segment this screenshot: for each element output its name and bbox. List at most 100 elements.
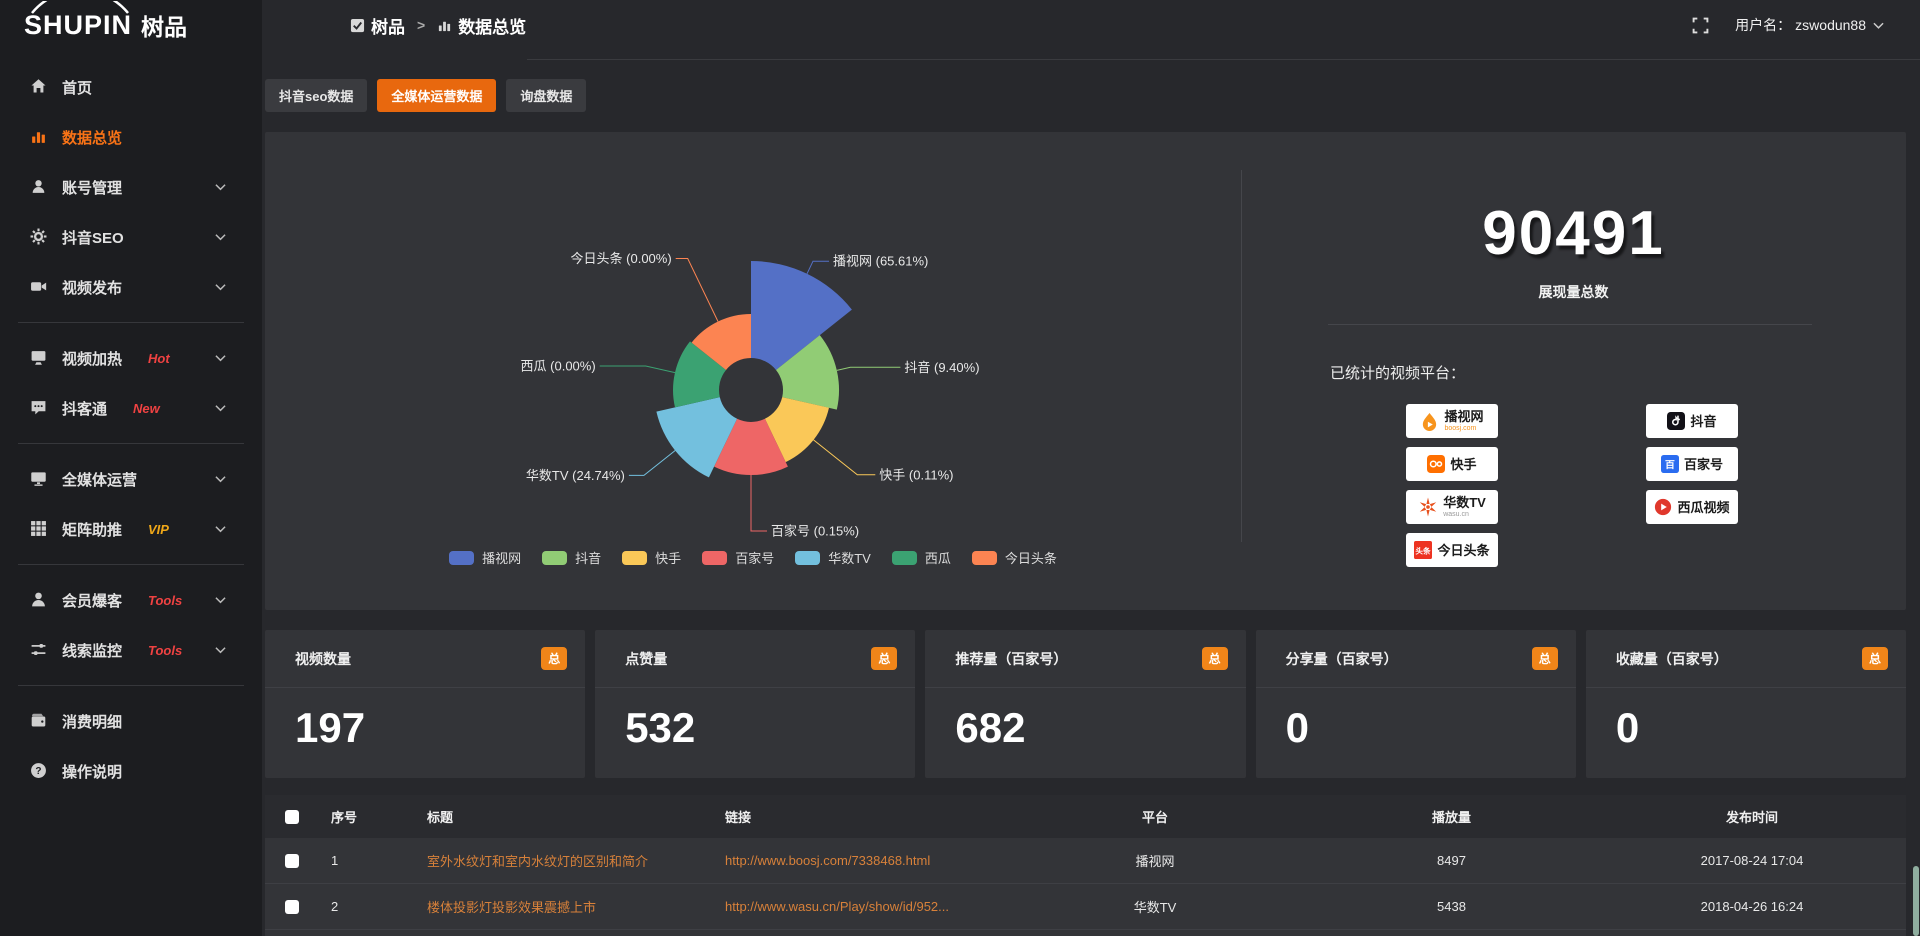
table-header-checkbox bbox=[265, 795, 319, 838]
wasu-logo-icon bbox=[1418, 497, 1438, 517]
pie-label-1: 抖音 (9.40%) bbox=[904, 360, 979, 375]
platform-name: 华数TV bbox=[1443, 496, 1486, 509]
platform-badge-text: 百家号 bbox=[1684, 458, 1723, 471]
sidebar-divider bbox=[18, 443, 244, 444]
legend-item-1[interactable]: 抖音 bbox=[542, 548, 601, 567]
total-badge[interactable]: 总 bbox=[1532, 647, 1558, 670]
row-checkbox[interactable] bbox=[285, 900, 299, 914]
stat-card-header: 收藏量（百家号）总 bbox=[1586, 630, 1906, 688]
column-label: 序号 bbox=[331, 807, 357, 826]
sidebar-item-omnimedia-operation[interactable]: 全媒体运营 bbox=[0, 454, 262, 504]
select-all-checkbox[interactable] bbox=[285, 810, 299, 824]
kuaishou-logo-icon bbox=[1427, 455, 1445, 473]
pie-chart: 播视网 (65.61%)抖音 (9.40%)快手 (0.11%)百家号 (0.1… bbox=[265, 132, 1241, 615]
legend-swatch bbox=[622, 551, 647, 565]
app-logo[interactable]: SHUPIN 树品 bbox=[0, 0, 262, 50]
sidebar-item-matrix-boost[interactable]: 矩阵助推VIP bbox=[0, 504, 262, 554]
legend-swatch bbox=[449, 551, 474, 565]
sidebar-item-label: 会员爆客 bbox=[62, 590, 122, 611]
legend-item-3[interactable]: 百家号 bbox=[702, 548, 774, 567]
title-text[interactable]: 室外水纹灯和室内水纹灯的区别和简介 bbox=[427, 851, 648, 870]
sidebar-item-douketong[interactable]: 抖客通 New bbox=[0, 383, 262, 433]
home-icon bbox=[30, 78, 48, 96]
stat-cards: 视频数量总197点赞量总532推荐量（百家号）总682分享量（百家号）总0收藏量… bbox=[265, 630, 1906, 778]
sidebar-item-label: 视频发布 bbox=[62, 277, 122, 298]
sidebar-item-member-baoke[interactable]: 会员爆客Tools bbox=[0, 575, 262, 625]
chart-legend: 播视网 抖音 快手 百家号 华数TV 西瓜 今日头条 bbox=[265, 548, 1241, 567]
cell-plays: 5438 bbox=[1305, 884, 1598, 929]
sidebar-item-video-heating[interactable]: 视频加热Hot bbox=[0, 333, 262, 383]
cell-num: 1 bbox=[319, 838, 415, 883]
legend-item-4[interactable]: 华数TV bbox=[795, 548, 871, 567]
legend-label: 华数TV bbox=[828, 548, 871, 567]
total-badge[interactable]: 总 bbox=[1202, 647, 1228, 670]
pie-label-line-5 bbox=[600, 366, 675, 373]
platform-badge-baijia: 百百家号 bbox=[1646, 447, 1738, 481]
link-text[interactable]: http://www.wasu.cn/Play/show/id/952... bbox=[725, 899, 949, 914]
legend-item-5[interactable]: 西瓜 bbox=[892, 548, 951, 567]
stat-card-value: 197 bbox=[265, 688, 585, 752]
cell-num: 2 bbox=[319, 884, 415, 929]
legend-item-6[interactable]: 今日头条 bbox=[972, 548, 1057, 567]
column-label: 播放量 bbox=[1432, 807, 1471, 826]
sidebar-item-badge: New bbox=[133, 401, 160, 416]
platform-badges: 播视网boosj.com抖音快手百百家号华数TVwasu.cn西瓜视频头条今日头… bbox=[1406, 404, 1738, 567]
legend-item-2[interactable]: 快手 bbox=[622, 548, 681, 567]
stat-card-label: 视频数量 bbox=[295, 649, 351, 669]
sidebar: SHUPIN 树品 首页数据总览账号管理抖音SEO 视频发布视频加热Hot 抖客通 N… bbox=[0, 0, 262, 936]
sidebar-item-account-management[interactable]: 账号管理 bbox=[0, 162, 262, 212]
sidebar-item-label: 数据总览 bbox=[62, 127, 122, 148]
platform-text: 播视网 bbox=[1135, 851, 1174, 870]
stat-card-label: 点赞量 bbox=[625, 649, 667, 669]
total-impressions-value: 90491 bbox=[1241, 198, 1906, 269]
sidebar-item-label: 操作说明 bbox=[62, 761, 122, 782]
sidebar-item-badge: Tools bbox=[148, 643, 182, 658]
baijia-logo-icon: 百 bbox=[1661, 455, 1679, 473]
stat-card-3: 分享量（百家号）总0 bbox=[1256, 630, 1576, 778]
pie-label-6: 今日头条 (0.00%) bbox=[571, 251, 672, 266]
title-text[interactable]: 楼体投影灯投影效果震撼上市 bbox=[427, 897, 596, 916]
platform-name: 百家号 bbox=[1684, 458, 1723, 471]
total-badge[interactable]: 总 bbox=[1862, 647, 1888, 670]
cell-platform: 播视网 bbox=[1005, 838, 1305, 883]
column-label: 标题 bbox=[427, 807, 453, 826]
sidebar-item-label: 矩阵助推 bbox=[62, 519, 122, 540]
sidebar-item-consumption-detail[interactable]: 消费明细 bbox=[0, 696, 262, 746]
total-badge[interactable]: 总 bbox=[541, 647, 567, 670]
legend-label: 今日头条 bbox=[1005, 548, 1057, 567]
table-header-link: 链接 bbox=[713, 795, 1005, 838]
num-text: 1 bbox=[331, 853, 338, 868]
row-checkbox[interactable] bbox=[285, 854, 299, 868]
page-scrollbar bbox=[1912, 0, 1920, 936]
platform-badge-text: 华数TVwasu.cn bbox=[1443, 496, 1486, 518]
tab-2[interactable]: 询盘数据 bbox=[506, 79, 586, 112]
sidebar-item-douyin-seo[interactable]: 抖音SEO bbox=[0, 212, 262, 262]
scrollbar-thumb[interactable] bbox=[1913, 866, 1919, 936]
total-badge[interactable]: 总 bbox=[871, 647, 897, 670]
sidebar-item-clue-monitor[interactable]: 线索监控Tools bbox=[0, 625, 262, 675]
tab-0[interactable]: 抖音seo数据 bbox=[265, 79, 367, 112]
chevron-down-icon bbox=[215, 349, 226, 367]
sidebar-item-label: 抖客通 bbox=[62, 398, 107, 419]
platform-text: 华数TV bbox=[1134, 897, 1177, 916]
column-label: 链接 bbox=[725, 807, 751, 826]
sidebar-item-data-overview[interactable]: 数据总览 bbox=[0, 112, 262, 162]
platform-badge-douyin: 抖音 bbox=[1646, 404, 1738, 438]
sidebar-item-label: 视频加热 bbox=[62, 348, 122, 369]
sidebar-item-home[interactable]: 首页 bbox=[0, 62, 262, 112]
pie-label-line-3 bbox=[751, 475, 767, 531]
sidebar-item-operation-guide[interactable]: ?操作说明 bbox=[0, 746, 262, 796]
toutiao-logo-icon: 头条 bbox=[1414, 541, 1432, 559]
sidebar-item-video-publish[interactable]: 视频发布 bbox=[0, 262, 262, 312]
stat-card-label: 推荐量（百家号） bbox=[955, 649, 1067, 669]
sidebar-divider bbox=[18, 322, 244, 323]
stat-card-1: 点赞量 总 532 bbox=[595, 630, 915, 778]
chevron-down-icon bbox=[215, 641, 226, 659]
tab-1[interactable]: 全媒体运营数据 bbox=[377, 79, 496, 112]
legend-item-0[interactable]: 播视网 bbox=[449, 548, 521, 567]
legend-swatch bbox=[892, 551, 917, 565]
column-label: 发布时间 bbox=[1726, 807, 1778, 826]
stat-card-value: 532 bbox=[595, 688, 915, 752]
main-content: 抖音seo数据全媒体运营数据询盘数据 播视网 (65.61%)抖音 (9.40%… bbox=[262, 0, 1920, 936]
link-text[interactable]: http://www.boosj.com/7338468.html bbox=[725, 853, 930, 868]
